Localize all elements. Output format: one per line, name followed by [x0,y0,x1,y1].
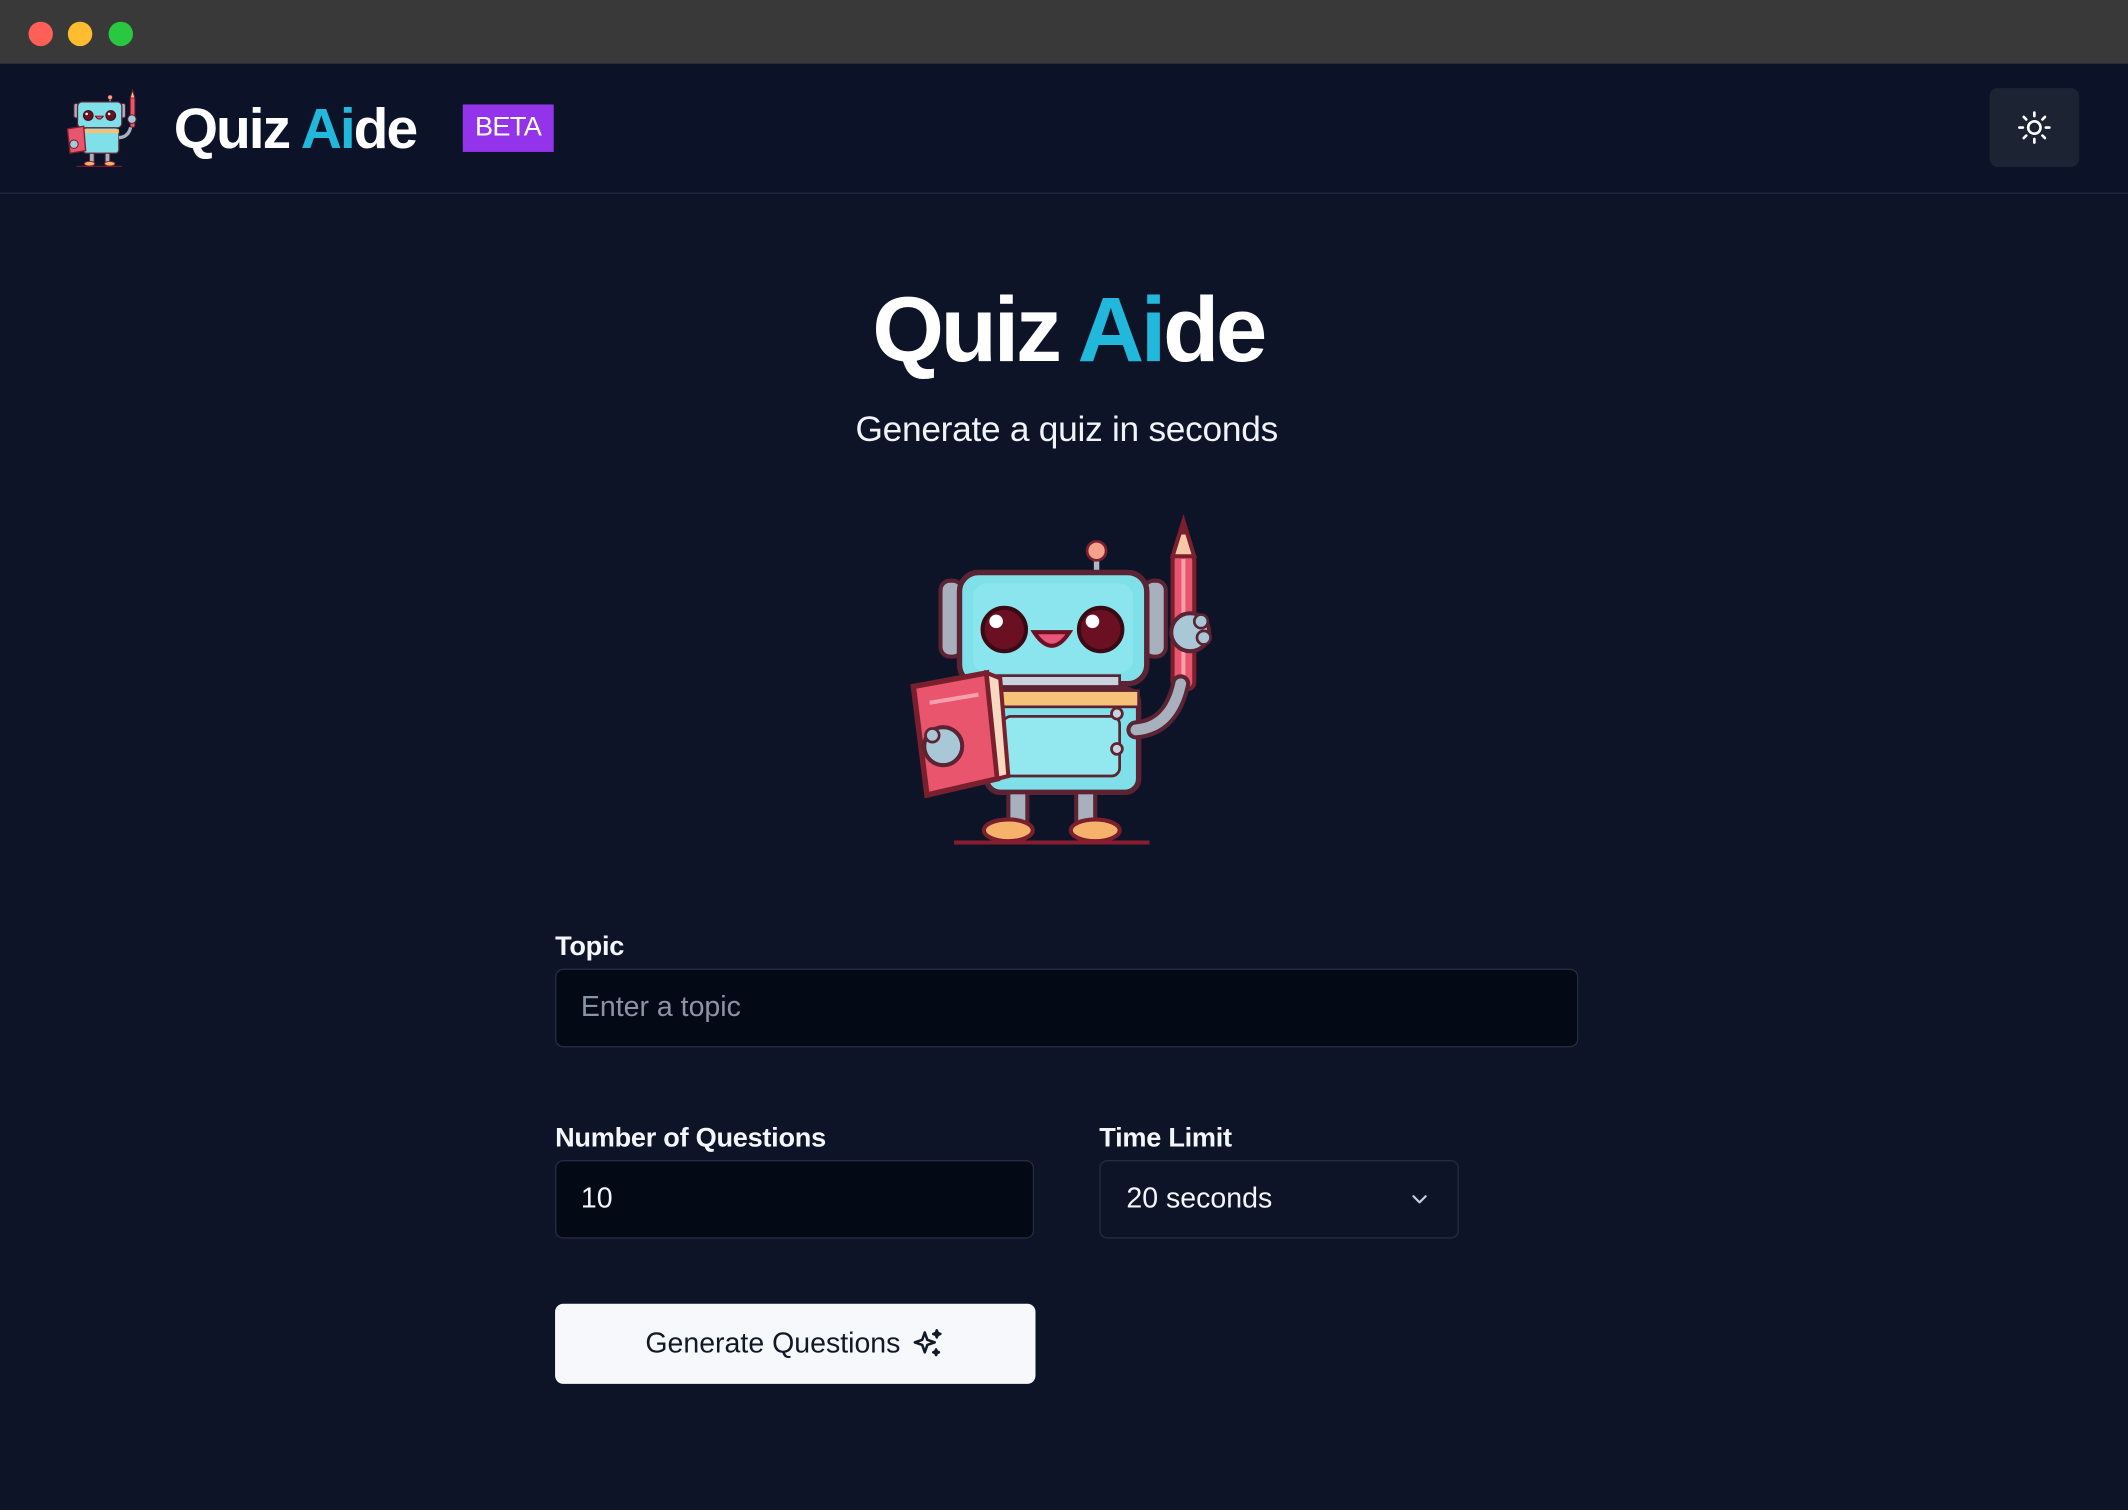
topic-input[interactable] [555,968,1579,1048]
time-limit-label: Time Limit [1099,1123,1232,1154]
generate-questions-button[interactable]: Generate Questions [555,1303,1036,1384]
robot-logo-icon[interactable] [61,88,142,169]
number-of-questions-input[interactable] [555,1159,1035,1239]
time-limit-select[interactable]: 20 seconds [1099,1159,1459,1239]
hero-title-accent: Ai [1077,278,1166,382]
window-titlebar [0,0,2128,66]
generate-questions-label: Generate Questions [645,1327,901,1359]
hero-title: Quiz Aide [0,275,2128,384]
close-window-button[interactable] [28,21,53,47]
beta-badge: BETA [462,104,554,152]
zoom-window-button[interactable] [108,21,133,47]
time-limit-value: 20 seconds [1126,1183,1273,1215]
brand-title[interactable]: Quiz Aide [173,96,418,161]
hero-subtitle: Generate a quiz in seconds [855,408,1278,450]
app-header: Quiz Aide BETA [0,63,2128,195]
hero-title-part2: de [1162,278,1267,382]
brand-name-accent: Ai [300,96,356,161]
number-of-questions-label: Number of Questions [555,1123,826,1154]
theme-toggle-button[interactable] [1989,88,2080,167]
sparkles-icon [914,1329,943,1357]
hero-title-part1: Quiz [872,278,1078,382]
robot-mascot-image [910,514,1212,845]
topic-label: Topic [555,932,625,962]
brand-name-part1: Quiz [173,96,301,161]
brand-name-part2: de [353,96,418,161]
sun-icon [2018,111,2051,144]
minimize-window-button[interactable] [67,21,93,47]
chevron-down-icon [1412,1195,1427,1204]
app-window: Quiz Aide BETA Quiz Aide Generate a quiz… [0,0,2128,1510]
